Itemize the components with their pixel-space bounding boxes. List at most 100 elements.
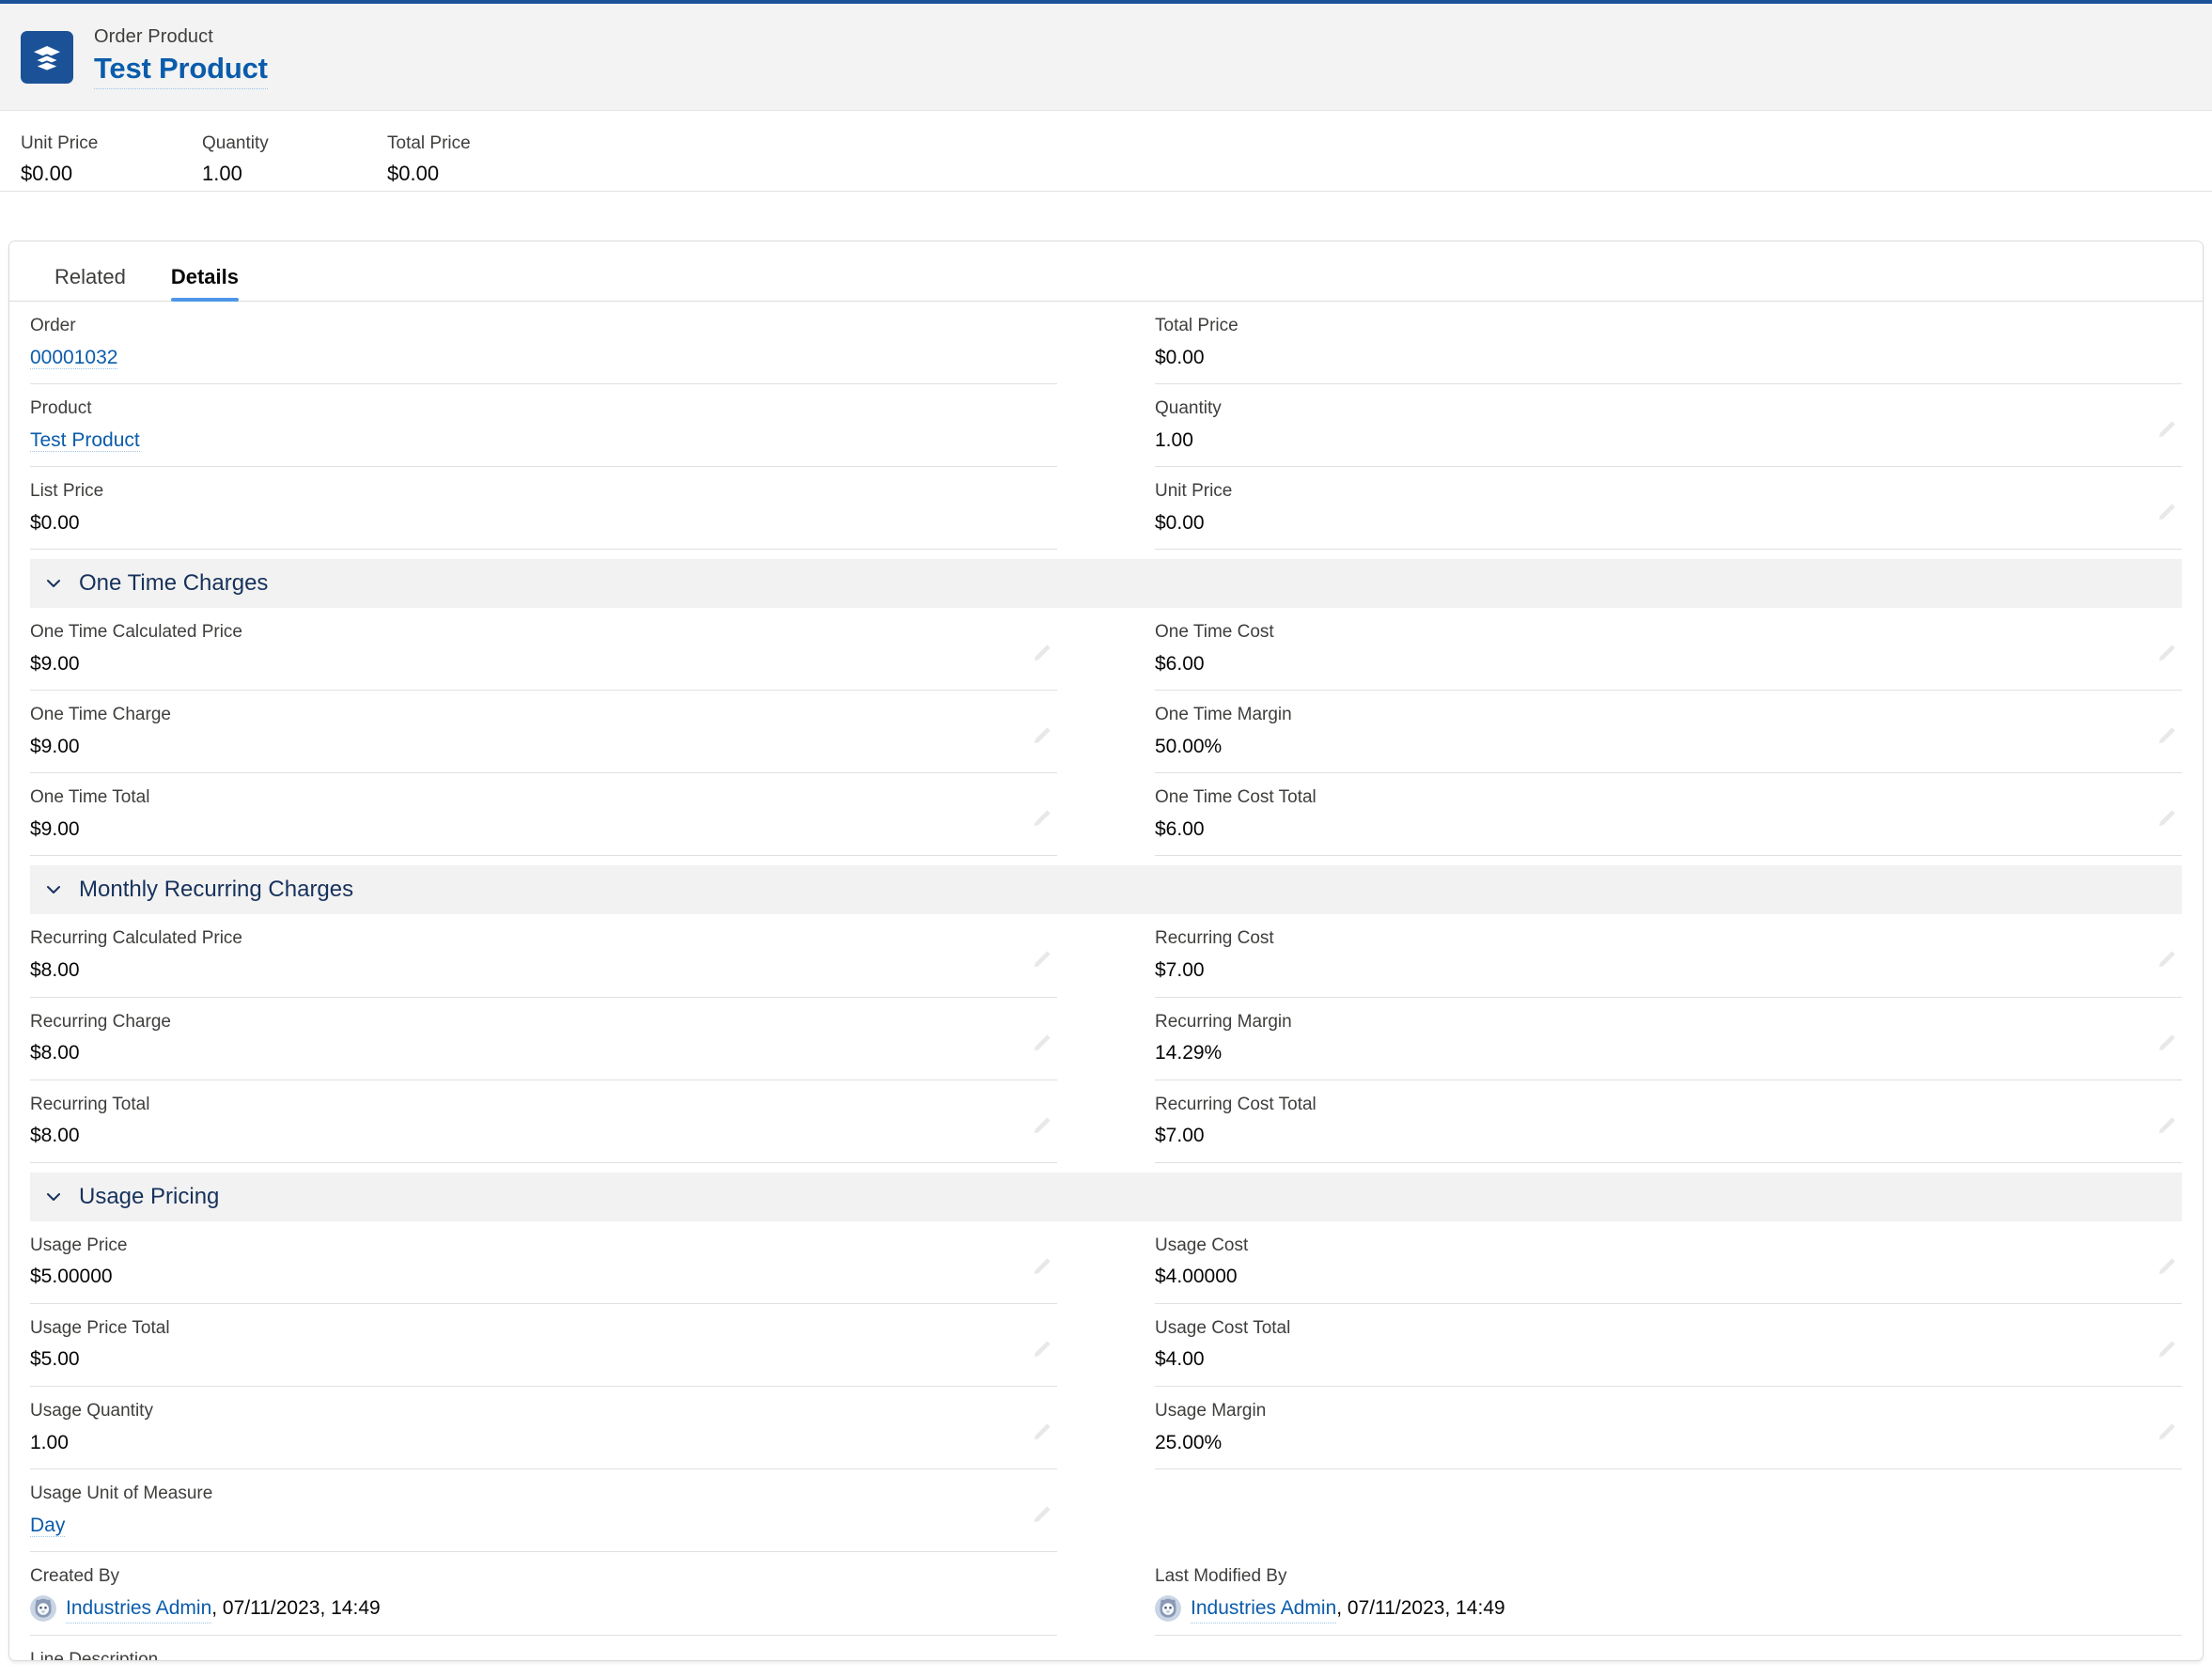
product-link[interactable]: Test Product	[30, 428, 140, 452]
field-usage-price: Usage Price $5.00000	[30, 1221, 1057, 1304]
field-label: Last Modified By	[1155, 1566, 1287, 1587]
edit-pencil-icon[interactable]	[2154, 1032, 2178, 1056]
edit-pencil-icon[interactable]	[1029, 948, 1053, 972]
edit-pencil-icon[interactable]	[1029, 642, 1053, 666]
field-one-time-total: One Time Total $9.00	[30, 773, 1057, 857]
edit-pencil-icon[interactable]	[2154, 501, 2178, 525]
edit-pencil-icon[interactable]	[2154, 807, 2178, 831]
field-value: $8.00	[30, 1042, 80, 1064]
field-value: $4.00000	[1155, 1266, 1238, 1288]
edit-pencil-icon[interactable]	[1029, 724, 1053, 749]
edit-pencil-icon[interactable]	[2154, 1421, 2178, 1445]
section-header-usage-pricing[interactable]: Usage Pricing	[30, 1172, 2182, 1221]
edit-pencil-icon[interactable]	[1029, 1338, 1053, 1362]
edit-pencil-icon[interactable]	[2154, 1114, 2178, 1139]
edit-pencil-icon[interactable]	[1029, 1421, 1053, 1445]
field-list-price: List Price $0.00	[30, 467, 1057, 551]
section-header-one-time-charges[interactable]: One Time Charges	[30, 559, 2182, 609]
edit-pencil-icon[interactable]	[1029, 807, 1053, 831]
highlight-total-price: Total Price $0.00	[387, 132, 575, 188]
user-avatar-icon	[1155, 1595, 1181, 1623]
field-value: $0.00	[30, 511, 80, 534]
field-label: Recurring Cost Total	[1155, 1094, 1316, 1114]
section-header-monthly-recurring-charges[interactable]: Monthly Recurring Charges	[30, 865, 2182, 915]
object-type-label: Order Product	[94, 26, 213, 48]
field-usage-unit-of-measure: Usage Unit of Measure Day	[30, 1469, 1057, 1553]
edit-pencil-icon[interactable]	[2154, 948, 2178, 972]
field-value: $6.00	[1155, 652, 1205, 675]
edit-pencil-icon[interactable]	[1029, 1503, 1053, 1528]
field-value: $8.00	[30, 959, 80, 982]
tab-related[interactable]: Related	[32, 267, 148, 301]
field-one-time-margin: One Time Margin 50.00%	[1155, 691, 2182, 774]
field-value: Industries Admin , 07/11/2023, 14:49	[1155, 1594, 2182, 1624]
field-value: $6.00	[1155, 818, 1205, 841]
highlight-quantity: Quantity 1.00	[202, 132, 387, 188]
chevron-down-icon	[43, 879, 64, 900]
field-recurring-cost-total: Recurring Cost Total $7.00	[1155, 1080, 2182, 1163]
page-title[interactable]: Test Product	[94, 51, 268, 89]
field-label: Recurring Calculated Price	[30, 928, 242, 949]
field-value: $0.00	[1155, 346, 1205, 368]
field-one-time-calculated-price: One Time Calculated Price $9.00	[30, 608, 1057, 691]
tab-bar: Related Details	[9, 241, 2203, 302]
created-by-user-link[interactable]: Industries Admin	[66, 1594, 212, 1624]
tab-details[interactable]: Details	[148, 267, 261, 302]
detail-card: Related Details Order 00001032 Product T…	[8, 241, 2204, 1661]
edit-pencil-icon[interactable]	[2154, 1255, 2178, 1280]
field-label: Quantity	[1155, 398, 1222, 419]
field-usage-price-total: Usage Price Total $5.00	[30, 1304, 1057, 1387]
audit-right-column: Last Modified By Industries Admin , 07/1…	[1106, 1552, 2182, 1637]
field-value: $8.00	[30, 1125, 80, 1147]
section-left-column: One Time Calculated Price $9.00 One Time…	[30, 608, 1106, 857]
field-value: Test Product	[30, 427, 1057, 455]
field-label: Recurring Charge	[30, 1011, 171, 1032]
audit-grid: Created By Industries Admin , 07/11/2023…	[30, 1552, 2182, 1637]
field-recurring-margin: Recurring Margin 14.29%	[1155, 998, 2182, 1080]
field-recurring-cost: Recurring Cost $7.00	[1155, 914, 2182, 998]
user-avatar-icon	[30, 1595, 56, 1623]
section-left-column: Recurring Calculated Price $8.00 Recurri…	[30, 914, 1106, 1163]
record-header: Order Product Test Product	[0, 4, 2212, 111]
highlight-value: $0.00	[21, 161, 73, 185]
field-label: Product	[30, 398, 92, 419]
order-link[interactable]: 00001032	[30, 346, 118, 369]
field-quantity: Quantity 1.00	[1155, 384, 2182, 468]
edit-pencil-icon[interactable]	[1029, 1114, 1053, 1139]
detail-body: Order 00001032 Product Test Product List…	[9, 302, 2203, 1660]
field-label: Recurring Cost	[1155, 928, 1274, 949]
field-label: One Time Cost Total	[1155, 787, 1316, 808]
field-one-time-charge: One Time Charge $9.00	[30, 691, 1057, 774]
chevron-down-icon	[43, 573, 64, 594]
highlight-value: $0.00	[387, 161, 440, 185]
edit-pencil-icon[interactable]	[1029, 1032, 1053, 1056]
record-detail-page: Order Product Test Product Unit Price $0…	[0, 0, 2212, 1678]
field-value: Industries Admin , 07/11/2023, 14:49	[30, 1594, 1057, 1624]
edit-pencil-icon[interactable]	[1029, 1255, 1053, 1280]
usage-unit-of-measure-link[interactable]: Day	[30, 1514, 66, 1537]
chevron-down-icon	[43, 1187, 64, 1207]
section-left-column: Usage Price $5.00000 Usage Price Total $…	[30, 1221, 1106, 1553]
edit-pencil-icon[interactable]	[2154, 642, 2178, 666]
field-label: One Time Cost	[1155, 622, 1274, 643]
section-right-column: Recurring Cost $7.00 Recurring Margin 14…	[1106, 914, 2182, 1163]
field-label: Created By	[30, 1566, 120, 1587]
field-label: Usage Cost Total	[1155, 1317, 1291, 1338]
highlight-label: Quantity	[202, 133, 269, 153]
field-recurring-charge: Recurring Charge $8.00	[30, 998, 1057, 1080]
edit-pencil-icon[interactable]	[2154, 1338, 2178, 1362]
section-right-column: Usage Cost $4.00000 Usage Cost Total $4.…	[1106, 1221, 2182, 1552]
field-recurring-calculated-price: Recurring Calculated Price $8.00	[30, 914, 1057, 998]
last-modified-by-user-link[interactable]: Industries Admin	[1191, 1594, 1337, 1624]
field-created-by: Created By Industries Admin , 07/11/2023…	[30, 1552, 1057, 1637]
field-line-description: Line Description	[30, 1636, 2182, 1660]
field-one-time-cost-total: One Time Cost Total $6.00	[1155, 773, 2182, 857]
field-value: $5.00	[30, 1348, 80, 1371]
field-order: Order 00001032	[30, 302, 1057, 385]
stacked-layers-icon	[21, 30, 73, 84]
section-title: Monthly Recurring Charges	[79, 877, 354, 903]
section-title: Usage Pricing	[79, 1183, 220, 1209]
edit-pencil-icon[interactable]	[2154, 418, 2178, 443]
field-label: List Price	[30, 481, 104, 502]
edit-pencil-icon[interactable]	[2154, 724, 2178, 749]
